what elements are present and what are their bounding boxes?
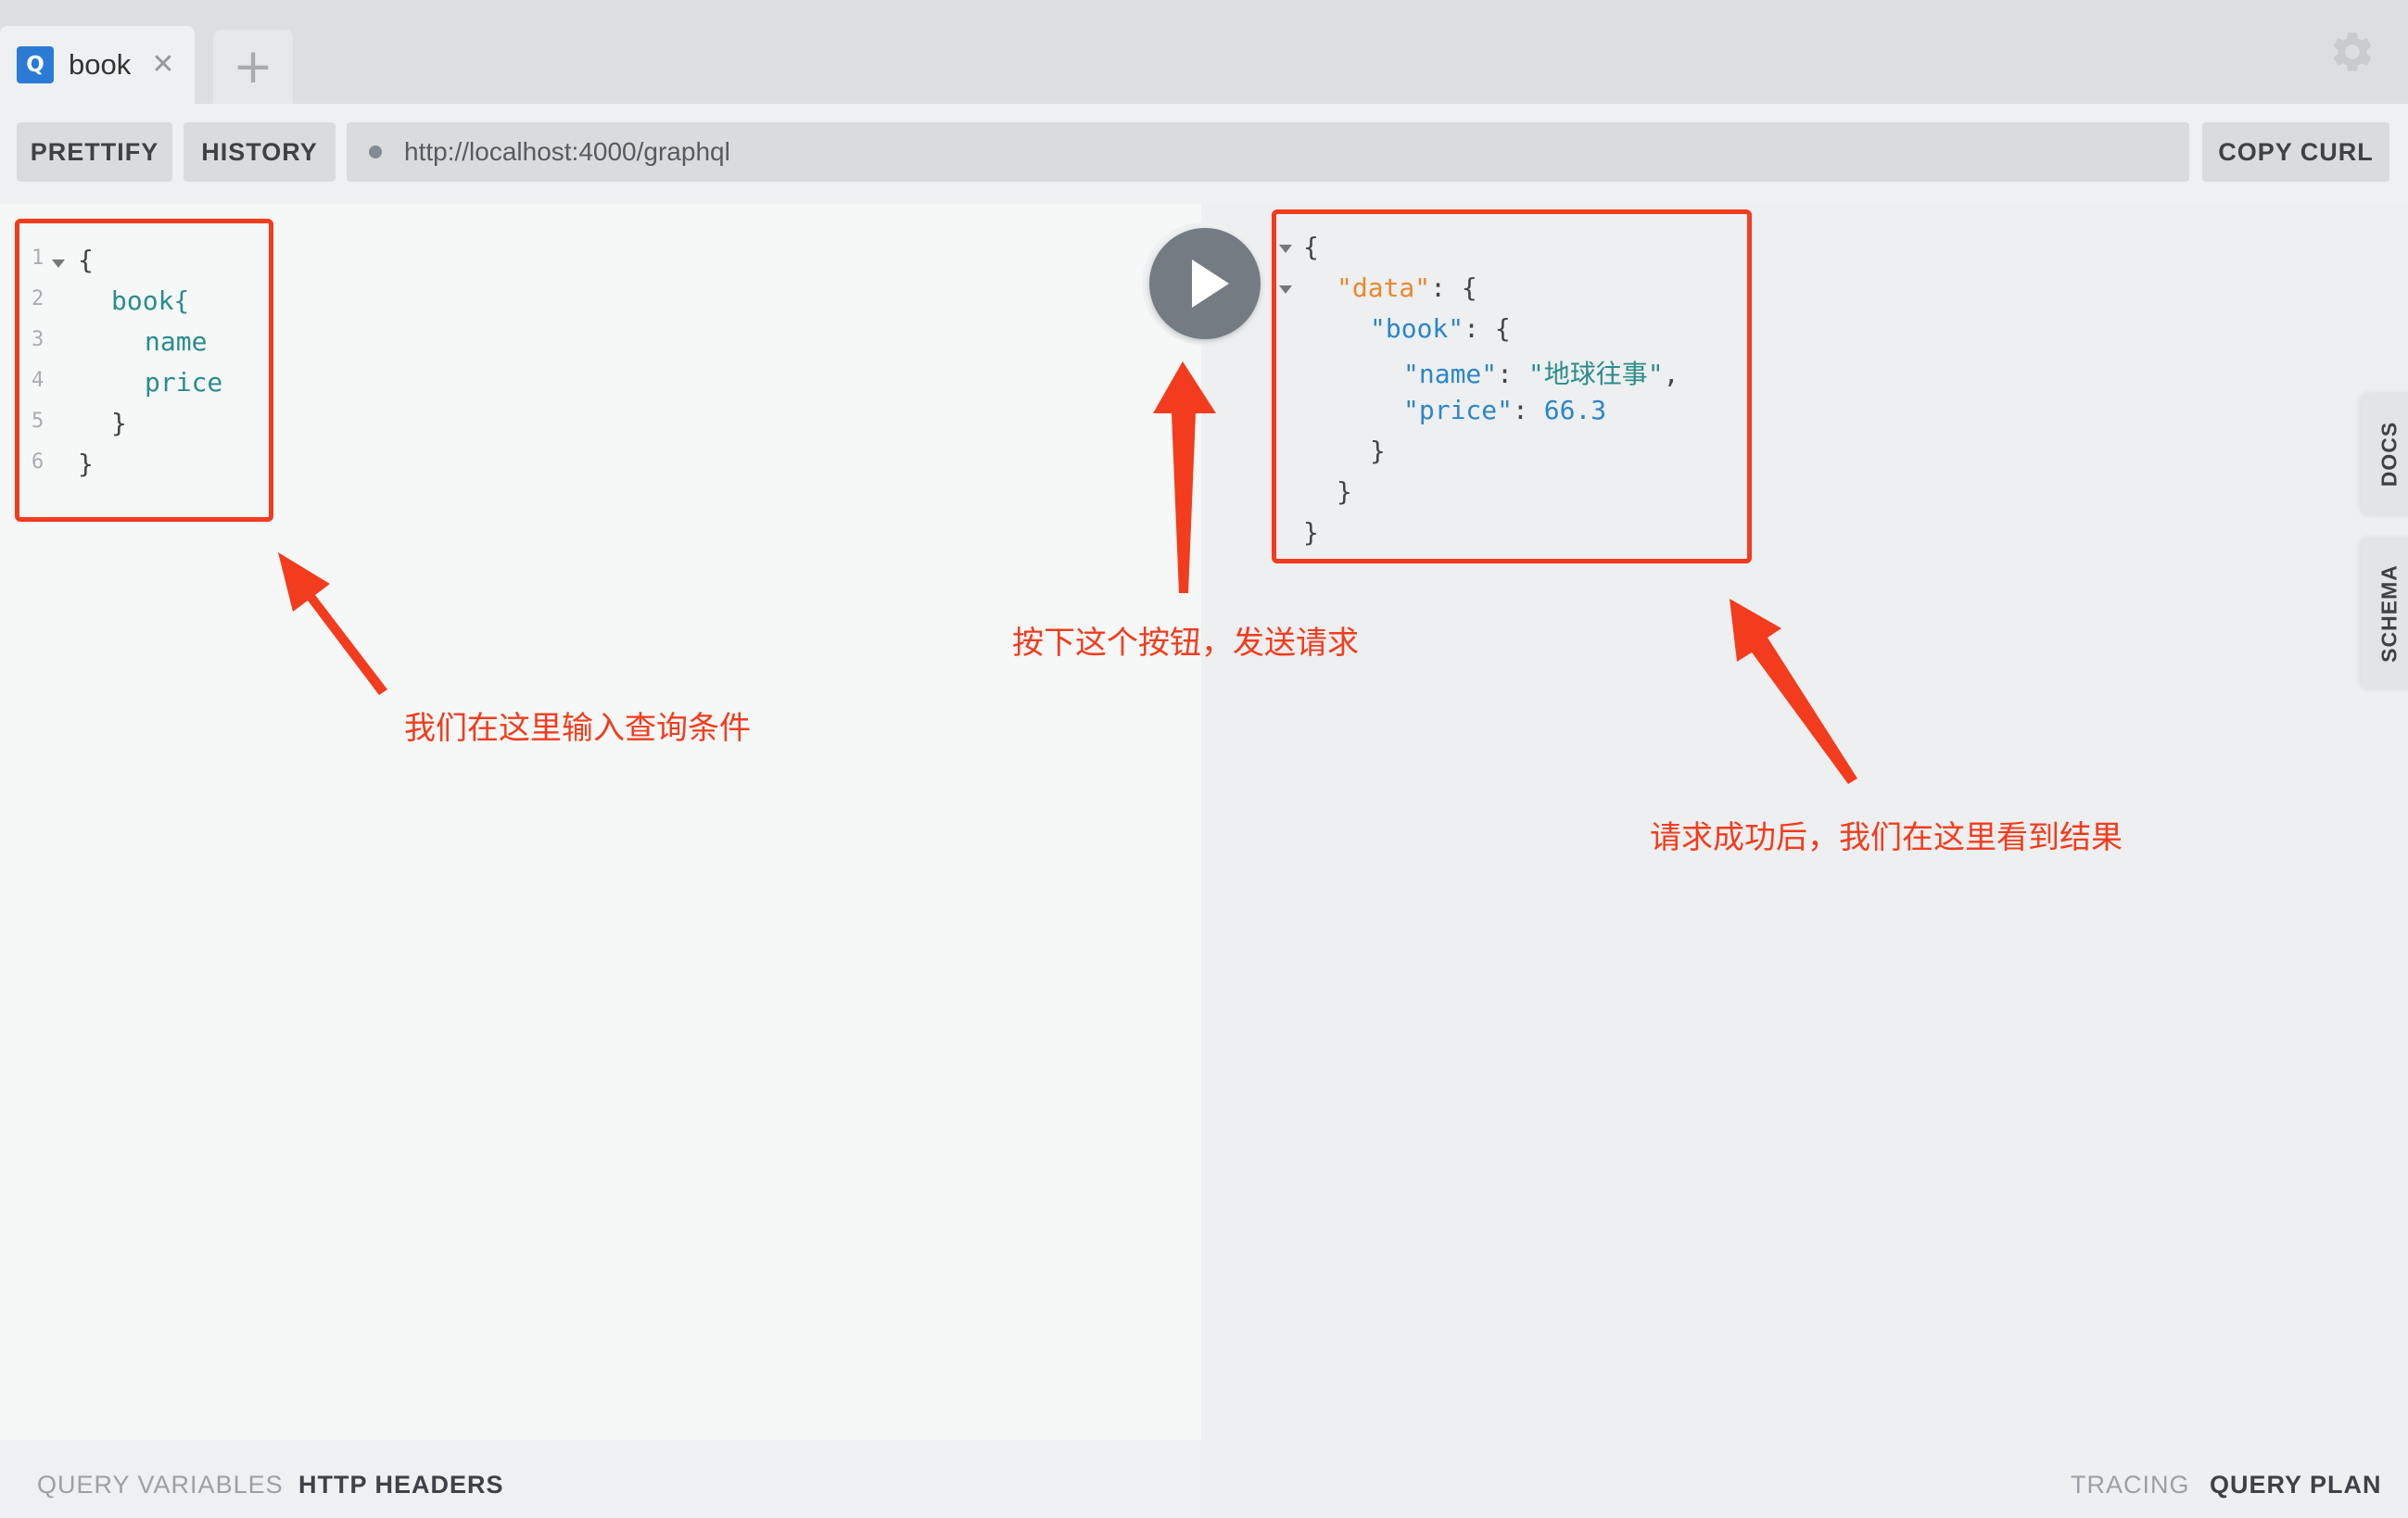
annotation-arrows [278, 361, 1857, 784]
send-annotation: 按下这个按钮，发送请求 [1012, 625, 1359, 662]
query-annotation: 我们在这里输入查询条件 [404, 710, 751, 747]
arrow-to-play-button [1153, 361, 1216, 593]
result-annotation: 请求成功后，我们在这里看到结果 [1650, 819, 2123, 856]
arrow-to-query-box [278, 552, 387, 695]
arrow-to-result-box [1730, 599, 1857, 784]
